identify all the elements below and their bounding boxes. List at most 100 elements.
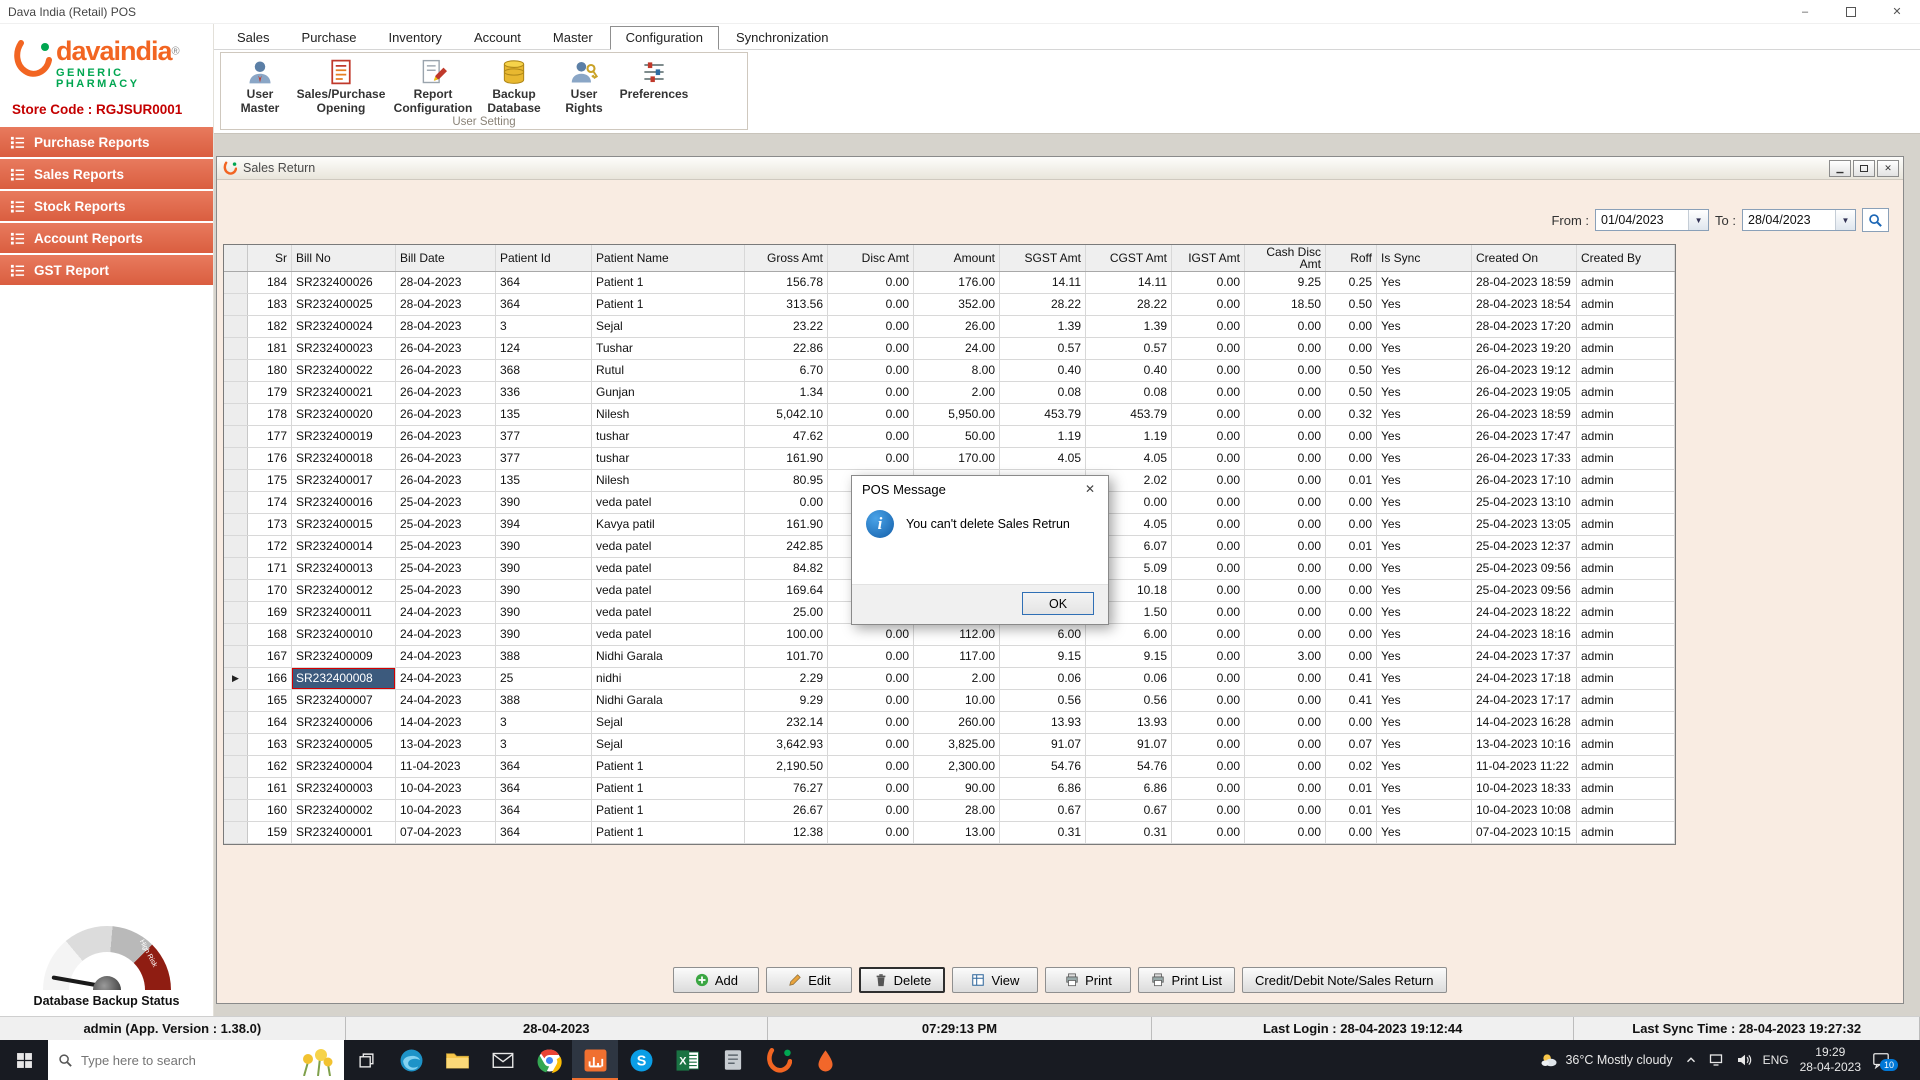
statusbar-panel-3: Last Login : 28-04-2023 19:12:44	[1152, 1017, 1574, 1040]
maximize-button[interactable]	[1828, 0, 1874, 23]
credit-debit-note-sales-return-button[interactable]: Credit/Debit Note/Sales Return	[1242, 967, 1446, 993]
delete-button[interactable]: Delete	[859, 967, 945, 993]
column-header-sgst-amt[interactable]: SGST Amt	[1000, 245, 1086, 271]
skype-taskbar-icon[interactable]: S	[618, 1040, 664, 1080]
ribbon-user-master[interactable]: User Master	[229, 56, 291, 116]
weather-widget[interactable]: 36°C Mostly cloudy	[1539, 1050, 1672, 1070]
ribbon-sales-purchase-opening[interactable]: Sales/Purchase Opening	[299, 56, 383, 116]
add-button[interactable]: Add	[673, 967, 759, 993]
table-row[interactable]: 162SR23240000411-04-2023364Patient 12,19…	[224, 756, 1675, 778]
table-row[interactable]: 161SR23240000310-04-2023364Patient 176.2…	[224, 778, 1675, 800]
column-header-gross-amt[interactable]: Gross Amt	[745, 245, 828, 271]
droplet-taskbar-icon[interactable]	[802, 1040, 848, 1080]
volume-icon[interactable]	[1736, 1052, 1752, 1068]
column-header-cgst-amt[interactable]: CGST Amt	[1086, 245, 1172, 271]
notification-center-button[interactable]: 10	[1872, 1051, 1896, 1069]
davaindia-logo-icon	[12, 38, 52, 78]
table-row[interactable]: 160SR23240000210-04-2023364Patient 126.6…	[224, 800, 1675, 822]
table-row[interactable]: ▶166SR23240000824-04-202325nidhi2.290.00…	[224, 668, 1675, 690]
column-header-bill-date[interactable]: Bill Date	[396, 245, 496, 271]
sidebar-item-gst-report[interactable]: GST Report	[0, 255, 213, 285]
backup-status-label: Database Backup Status	[0, 994, 213, 1008]
tab-master[interactable]: Master	[538, 27, 608, 49]
tab-configuration[interactable]: Configuration	[610, 26, 719, 50]
child-maximize-button[interactable]	[1853, 160, 1875, 177]
column-header-created-on[interactable]: Created On	[1472, 245, 1577, 271]
column-header-disc-amt[interactable]: Disc Amt	[828, 245, 914, 271]
edge-taskbar-icon[interactable]	[388, 1040, 434, 1080]
column-header-is-sync[interactable]: Is Sync	[1377, 245, 1472, 271]
table-row[interactable]: 167SR23240000924-04-2023388Nidhi Garala1…	[224, 646, 1675, 668]
to-date-dropdown-icon[interactable]: ▼	[1835, 210, 1855, 230]
start-button[interactable]	[0, 1040, 48, 1080]
table-row[interactable]: 165SR23240000724-04-2023388Nidhi Garala9…	[224, 690, 1675, 712]
cell: 0.00	[828, 448, 914, 469]
table-row[interactable]: 180SR23240002226-04-2023368Rutul6.700.00…	[224, 360, 1675, 382]
from-date-dropdown-icon[interactable]: ▼	[1688, 210, 1708, 230]
close-button[interactable]: ✕	[1874, 0, 1920, 23]
table-row[interactable]: 168SR23240001024-04-2023390veda patel100…	[224, 624, 1675, 646]
sidebar-item-sales-reports[interactable]: Sales Reports	[0, 159, 213, 189]
ribbon-preferences[interactable]: Preferences	[623, 56, 685, 102]
search-button[interactable]	[1862, 208, 1889, 232]
file-explorer-taskbar-icon[interactable]	[434, 1040, 480, 1080]
ribbon-user-rights[interactable]: User Rights	[553, 56, 615, 116]
excel-taskbar-icon[interactable]: X	[664, 1040, 710, 1080]
tab-sales[interactable]: Sales	[222, 27, 285, 49]
table-row[interactable]: 164SR23240000614-04-20233Sejal232.140.00…	[224, 712, 1675, 734]
table-row[interactable]: 183SR23240002528-04-2023364Patient 1313.…	[224, 294, 1675, 316]
column-header-cash-disc-amt[interactable]: Cash Disc Amt	[1245, 245, 1326, 271]
table-row[interactable]: 177SR23240001926-04-2023377tushar47.620.…	[224, 426, 1675, 448]
to-date-input[interactable]	[1743, 213, 1835, 227]
from-date-input[interactable]	[1596, 213, 1688, 227]
child-minimize-button[interactable]: ▁	[1829, 160, 1851, 177]
ribbon-report-configuration[interactable]: Report Configuration	[391, 56, 475, 116]
tab-purchase[interactable]: Purchase	[287, 27, 372, 49]
ok-button[interactable]: OK	[1022, 592, 1094, 615]
network-icon[interactable]	[1709, 1052, 1725, 1068]
ribbon-backup-database[interactable]: Backup Database	[483, 56, 545, 116]
sidebar-item-account-reports[interactable]: Account Reports	[0, 223, 213, 253]
column-header-sr[interactable]: Sr	[248, 245, 292, 271]
mail-taskbar-icon[interactable]	[480, 1040, 526, 1080]
dialog-close-icon[interactable]: ✕	[1072, 476, 1108, 502]
clock[interactable]: 19:29 28-04-2023	[1800, 1045, 1861, 1075]
column-header-created-by[interactable]: Created By	[1577, 245, 1675, 271]
child-close-button[interactable]: ✕	[1877, 160, 1899, 177]
table-row[interactable]: 163SR23240000513-04-20233Sejal3,642.930.…	[224, 734, 1675, 756]
column-header-amount[interactable]: Amount	[914, 245, 1000, 271]
table-row[interactable]: 179SR23240002126-04-2023336Gunjan1.340.0…	[224, 382, 1675, 404]
sidebar-item-stock-reports[interactable]: Stock Reports	[0, 191, 213, 221]
print-list-button[interactable]: Print List	[1138, 967, 1235, 993]
button-label: Print	[1085, 973, 1112, 988]
table-row[interactable]: 176SR23240001826-04-2023377tushar161.900…	[224, 448, 1675, 470]
print-button[interactable]: Print	[1045, 967, 1131, 993]
column-header-bill-no[interactable]: Bill No	[292, 245, 396, 271]
notes-taskbar-icon[interactable]	[710, 1040, 756, 1080]
table-row[interactable]: 182SR23240002428-04-20233Sejal23.220.002…	[224, 316, 1675, 338]
tab-account[interactable]: Account	[459, 27, 536, 49]
column-header-patient-name[interactable]: Patient Name	[592, 245, 745, 271]
table-row[interactable]: 159SR23240000107-04-2023364Patient 112.3…	[224, 822, 1675, 844]
table-row[interactable]: 178SR23240002026-04-2023135Nilesh5,042.1…	[224, 404, 1675, 426]
tray-chevron-up-icon[interactable]	[1684, 1053, 1698, 1067]
edit-button[interactable]: Edit	[766, 967, 852, 993]
taskbar-search[interactable]	[48, 1040, 344, 1080]
view-button[interactable]: View	[952, 967, 1038, 993]
table-row[interactable]: 181SR23240002326-04-2023124Tushar22.860.…	[224, 338, 1675, 360]
sidebar-item-purchase-reports[interactable]: Purchase Reports	[0, 127, 213, 157]
minimize-button[interactable]: –	[1782, 0, 1828, 23]
chrome-taskbar-icon[interactable]	[526, 1040, 572, 1080]
column-header-igst-amt[interactable]: IGST Amt	[1172, 245, 1245, 271]
language-indicator[interactable]: ENG	[1763, 1053, 1789, 1067]
tab-synchronization[interactable]: Synchronization	[721, 27, 844, 49]
column-header-patient-id[interactable]: Patient Id	[496, 245, 592, 271]
pos-taskbar-icon[interactable]	[572, 1040, 618, 1080]
task-view-button[interactable]	[344, 1040, 388, 1080]
table-row[interactable]: 184SR23240002628-04-2023364Patient 1156.…	[224, 272, 1675, 294]
cell: 0.00	[1172, 272, 1245, 293]
column-header-roff[interactable]: Roff	[1326, 245, 1377, 271]
davaindia-taskbar-icon[interactable]	[756, 1040, 802, 1080]
cell: admin	[1577, 404, 1675, 425]
tab-inventory[interactable]: Inventory	[373, 27, 456, 49]
